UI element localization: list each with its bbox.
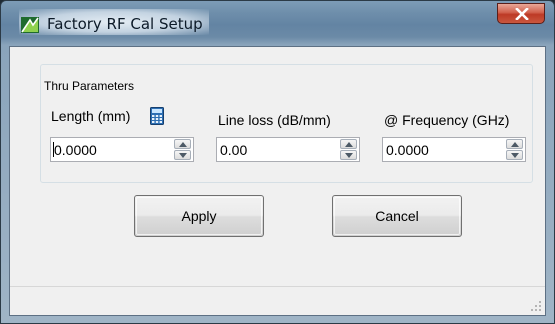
apply-button-label: Apply [136,197,262,235]
line-loss-increment-button[interactable] [340,139,357,149]
frequency-label: @ Frequency (GHz) [384,112,510,128]
dialog-window: Factory RF Cal Setup Thru Parameters Len… [0,0,555,324]
apply-button[interactable]: Apply [134,195,264,237]
line-loss-spin-buttons [340,139,357,160]
frequency-decrement-button[interactable] [506,150,523,160]
frequency-increment-button[interactable] [506,139,523,149]
group-caption: Thru Parameters [42,79,137,93]
frequency-input[interactable] [383,138,503,161]
frequency-spin-buttons [506,139,523,160]
length-spin-buttons [174,139,191,160]
title-bar[interactable]: Factory RF Cal Setup [1,1,554,45]
dialog-body: Thru Parameters Length (mm) Line loss (d… [9,46,546,316]
resize-grip-icon[interactable] [530,300,542,312]
line-loss-label: Line loss (dB/mm) [218,112,331,128]
app-icon [21,17,39,33]
frequency-spinbox[interactable] [382,137,526,162]
line-loss-decrement-button[interactable] [340,150,357,160]
down-arrow-icon [179,153,187,158]
up-arrow-icon [345,142,353,147]
length-increment-button[interactable] [174,139,191,149]
line-loss-input[interactable] [217,138,337,161]
down-arrow-icon [345,153,353,158]
down-arrow-icon [511,153,519,158]
status-bar [10,286,545,315]
text-caret [53,142,54,157]
close-button[interactable] [497,3,545,24]
up-arrow-icon [179,142,187,147]
cancel-button[interactable]: Cancel [332,195,462,237]
calculator-icon[interactable] [150,107,164,125]
line-loss-spinbox[interactable] [216,137,360,162]
length-input[interactable] [51,138,171,161]
length-decrement-button[interactable] [174,150,191,160]
length-spinbox[interactable] [50,137,194,162]
window-title: Factory RF Cal Setup [47,15,203,33]
close-icon [515,8,529,20]
length-label: Length (mm) [51,108,131,124]
up-arrow-icon [511,142,519,147]
cancel-button-label: Cancel [334,197,460,235]
